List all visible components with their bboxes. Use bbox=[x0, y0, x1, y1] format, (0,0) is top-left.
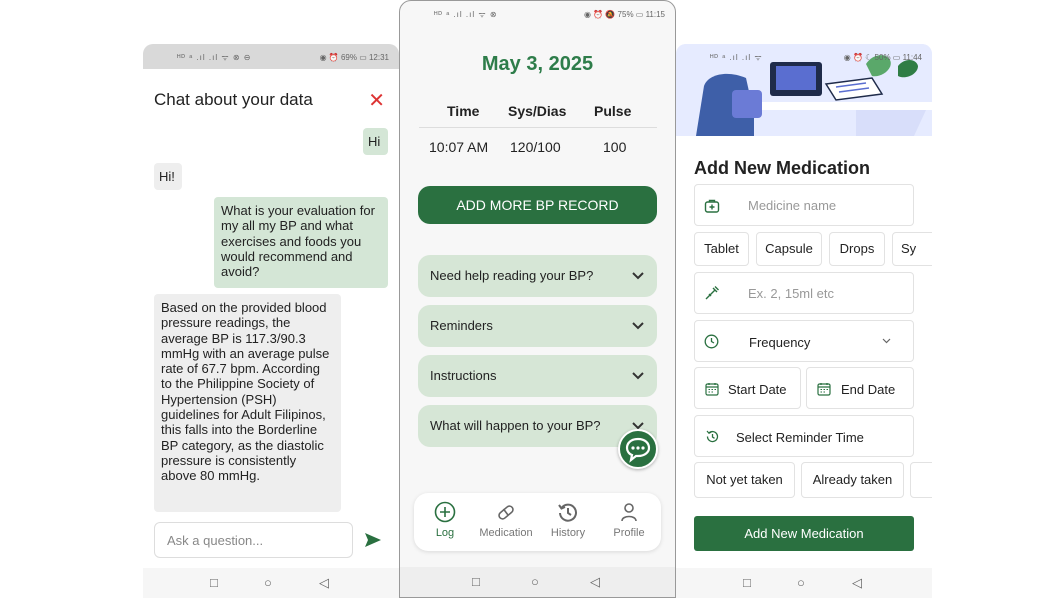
close-icon[interactable]: ✕ bbox=[368, 88, 385, 113]
frequency-label: Frequency bbox=[749, 335, 811, 350]
add-bp-record-button[interactable]: ADD MORE BP RECORD bbox=[418, 186, 657, 224]
nav-label: History bbox=[550, 527, 586, 539]
accordion-instructions[interactable]: Instructions bbox=[418, 355, 657, 397]
cell-pulse: 100 bbox=[603, 139, 627, 155]
cell-time: 10:07 AM bbox=[429, 139, 489, 155]
reminder-time-field[interactable]: Select Reminder Time bbox=[694, 415, 914, 457]
medical-bag-icon bbox=[704, 199, 720, 213]
system-nav-bar: □ ○ ◁ bbox=[400, 567, 675, 597]
table-divider bbox=[419, 127, 657, 128]
home-icon[interactable]: ○ bbox=[531, 575, 539, 589]
status-bar: ᴴᴰ ᵃ .ıl .ıl ᯤ ◉ ⏰ ☾ 50% ▭ 11:44 bbox=[676, 44, 932, 68]
illustration-banner: ᴴᴰ ᵃ .ıl .ıl ᯤ ◉ ⏰ ☾ 50% ▭ 11:44 bbox=[676, 44, 932, 136]
form-chip-drops[interactable]: Drops bbox=[829, 232, 885, 266]
dose-field[interactable]: Ex. 2, 15ml etc bbox=[694, 272, 914, 314]
reminder-time-label: Select Reminder Time bbox=[736, 430, 864, 445]
nav-medication[interactable]: Medication bbox=[476, 501, 536, 539]
chat-message-bot: Hi! bbox=[154, 163, 182, 191]
add-circle-icon bbox=[434, 501, 456, 523]
nav-label: Medication bbox=[479, 527, 533, 539]
cell-sys-dias: 120/100 bbox=[510, 139, 561, 155]
medicine-name-placeholder: Medicine name bbox=[748, 198, 837, 213]
question-input[interactable]: Ask a question... bbox=[154, 522, 353, 558]
history-icon bbox=[558, 503, 577, 522]
chat-message-user: Hi bbox=[363, 128, 388, 156]
calendar-icon bbox=[817, 383, 831, 396]
accordion-label: Need help reading your BP? bbox=[430, 268, 594, 283]
form-chip-capsule[interactable]: Capsule bbox=[756, 232, 822, 266]
frequency-select[interactable]: Frequency bbox=[694, 320, 914, 362]
chat-message-bot: Based on the provided blood pressure rea… bbox=[154, 294, 341, 512]
recents-icon[interactable]: □ bbox=[472, 575, 480, 589]
chevron-down-icon bbox=[882, 338, 891, 344]
record-date: May 3, 2025 bbox=[481, 53, 594, 75]
start-date-field[interactable]: Start Date bbox=[694, 367, 801, 409]
dose-placeholder: Ex. 2, 15ml etc bbox=[748, 286, 834, 301]
form-chip-syrup[interactable]: Sy bbox=[892, 232, 932, 266]
back-icon[interactable]: ◁ bbox=[319, 576, 329, 590]
nav-profile[interactable]: Profile bbox=[599, 501, 659, 539]
page-title: Add New Medication bbox=[694, 158, 871, 178]
nav-log[interactable]: Log bbox=[415, 501, 475, 539]
status-right: ◉ ⏰ ☾ 50% ▭ 11:44 bbox=[843, 53, 922, 62]
end-date-label: End Date bbox=[841, 382, 896, 397]
home-icon[interactable]: ○ bbox=[264, 576, 272, 590]
bottom-navigation: Log Medication History Profile bbox=[414, 493, 661, 551]
accordion-label: Instructions bbox=[430, 368, 497, 383]
column-header-pulse: Pulse bbox=[594, 103, 632, 119]
recents-icon[interactable]: □ bbox=[743, 576, 751, 590]
status-chip-taken[interactable]: Already taken bbox=[801, 462, 904, 498]
home-icon[interactable]: ○ bbox=[797, 576, 805, 590]
chevron-down-icon bbox=[632, 372, 644, 380]
accordion-reading-help[interactable]: Need help reading your BP? bbox=[418, 255, 657, 297]
back-icon[interactable]: ◁ bbox=[852, 576, 862, 590]
nav-history[interactable]: History bbox=[538, 501, 598, 539]
accordion-label: What will happen to your BP? bbox=[430, 418, 601, 433]
status-right: ◉ ⏰ 69% ▭ 12:31 bbox=[319, 53, 389, 62]
status-left: ᴴᴰ ᵃ .ıl .ıl ᯤ bbox=[710, 53, 763, 62]
chevron-down-icon bbox=[632, 322, 644, 330]
status-chip-more[interactable] bbox=[910, 462, 932, 498]
clock-icon bbox=[704, 334, 719, 349]
bp-log-screen: ᴴᴰ ᵃ .ıl .ıl ᯤ ⊗ ◉ ⏰ 🔕 75% ▭ 11:15 May 3… bbox=[399, 0, 676, 598]
chat-fab-button[interactable] bbox=[618, 429, 658, 469]
back-icon[interactable]: ◁ bbox=[590, 575, 600, 589]
chevron-down-icon bbox=[632, 272, 644, 280]
add-medication-screen: ᴴᴰ ᵃ .ıl .ıl ᯤ ◉ ⏰ ☾ 50% ▭ 11:44 Add New… bbox=[676, 44, 932, 598]
syringe-icon bbox=[705, 286, 719, 300]
column-header-sys-dias: Sys/Dias bbox=[508, 103, 567, 119]
calendar-icon bbox=[705, 383, 719, 396]
status-bar: ᴴᴰ ᵃ .ıl .ıl ᯤ ⊗ ◉ ⏰ 🔕 75% ▭ 11:15 bbox=[400, 1, 675, 25]
person-icon bbox=[621, 503, 637, 522]
status-left: ᴴᴰ ᵃ .ıl .ıl ᯤ ⊗ ⊖ bbox=[177, 53, 252, 62]
system-nav-bar: □ ○ ◁ bbox=[143, 568, 399, 598]
chat-bubble-icon bbox=[625, 437, 651, 463]
send-icon[interactable] bbox=[363, 530, 383, 550]
column-header-time: Time bbox=[447, 103, 480, 119]
status-right: ◉ ⏰ 🔕 75% ▭ 11:15 bbox=[583, 10, 665, 19]
status-left: ᴴᴰ ᵃ .ıl .ıl ᯤ ⊗ bbox=[434, 10, 498, 19]
chat-title: Chat about your data bbox=[154, 90, 313, 109]
recents-icon[interactable]: □ bbox=[210, 576, 218, 590]
status-chip-not-taken[interactable]: Not yet taken bbox=[694, 462, 795, 498]
end-date-field[interactable]: End Date bbox=[806, 367, 914, 409]
pill-icon bbox=[498, 505, 514, 520]
chat-screen: ᴴᴰ ᵃ .ıl .ıl ᯤ ⊗ ⊖ ◉ ⏰ 69% ▭ 12:31 Chat … bbox=[143, 44, 399, 598]
chat-message-user: What is your evaluation for my all my BP… bbox=[214, 197, 388, 288]
nav-label: Profile bbox=[613, 527, 645, 539]
medicine-name-field[interactable]: Medicine name bbox=[694, 184, 914, 226]
form-chip-tablet[interactable]: Tablet bbox=[694, 232, 749, 266]
add-medication-button[interactable]: Add New Medication bbox=[694, 516, 914, 551]
accordion-label: Reminders bbox=[430, 318, 493, 333]
alarm-icon bbox=[706, 430, 719, 443]
system-nav-bar: □ ○ ◁ bbox=[676, 568, 932, 598]
accordion-reminders[interactable]: Reminders bbox=[418, 305, 657, 347]
nav-label: Log bbox=[435, 527, 455, 539]
start-date-label: Start Date bbox=[728, 382, 787, 397]
status-bar: ᴴᴰ ᵃ .ıl .ıl ᯤ ⊗ ⊖ ◉ ⏰ 69% ▭ 12:31 bbox=[143, 44, 399, 69]
